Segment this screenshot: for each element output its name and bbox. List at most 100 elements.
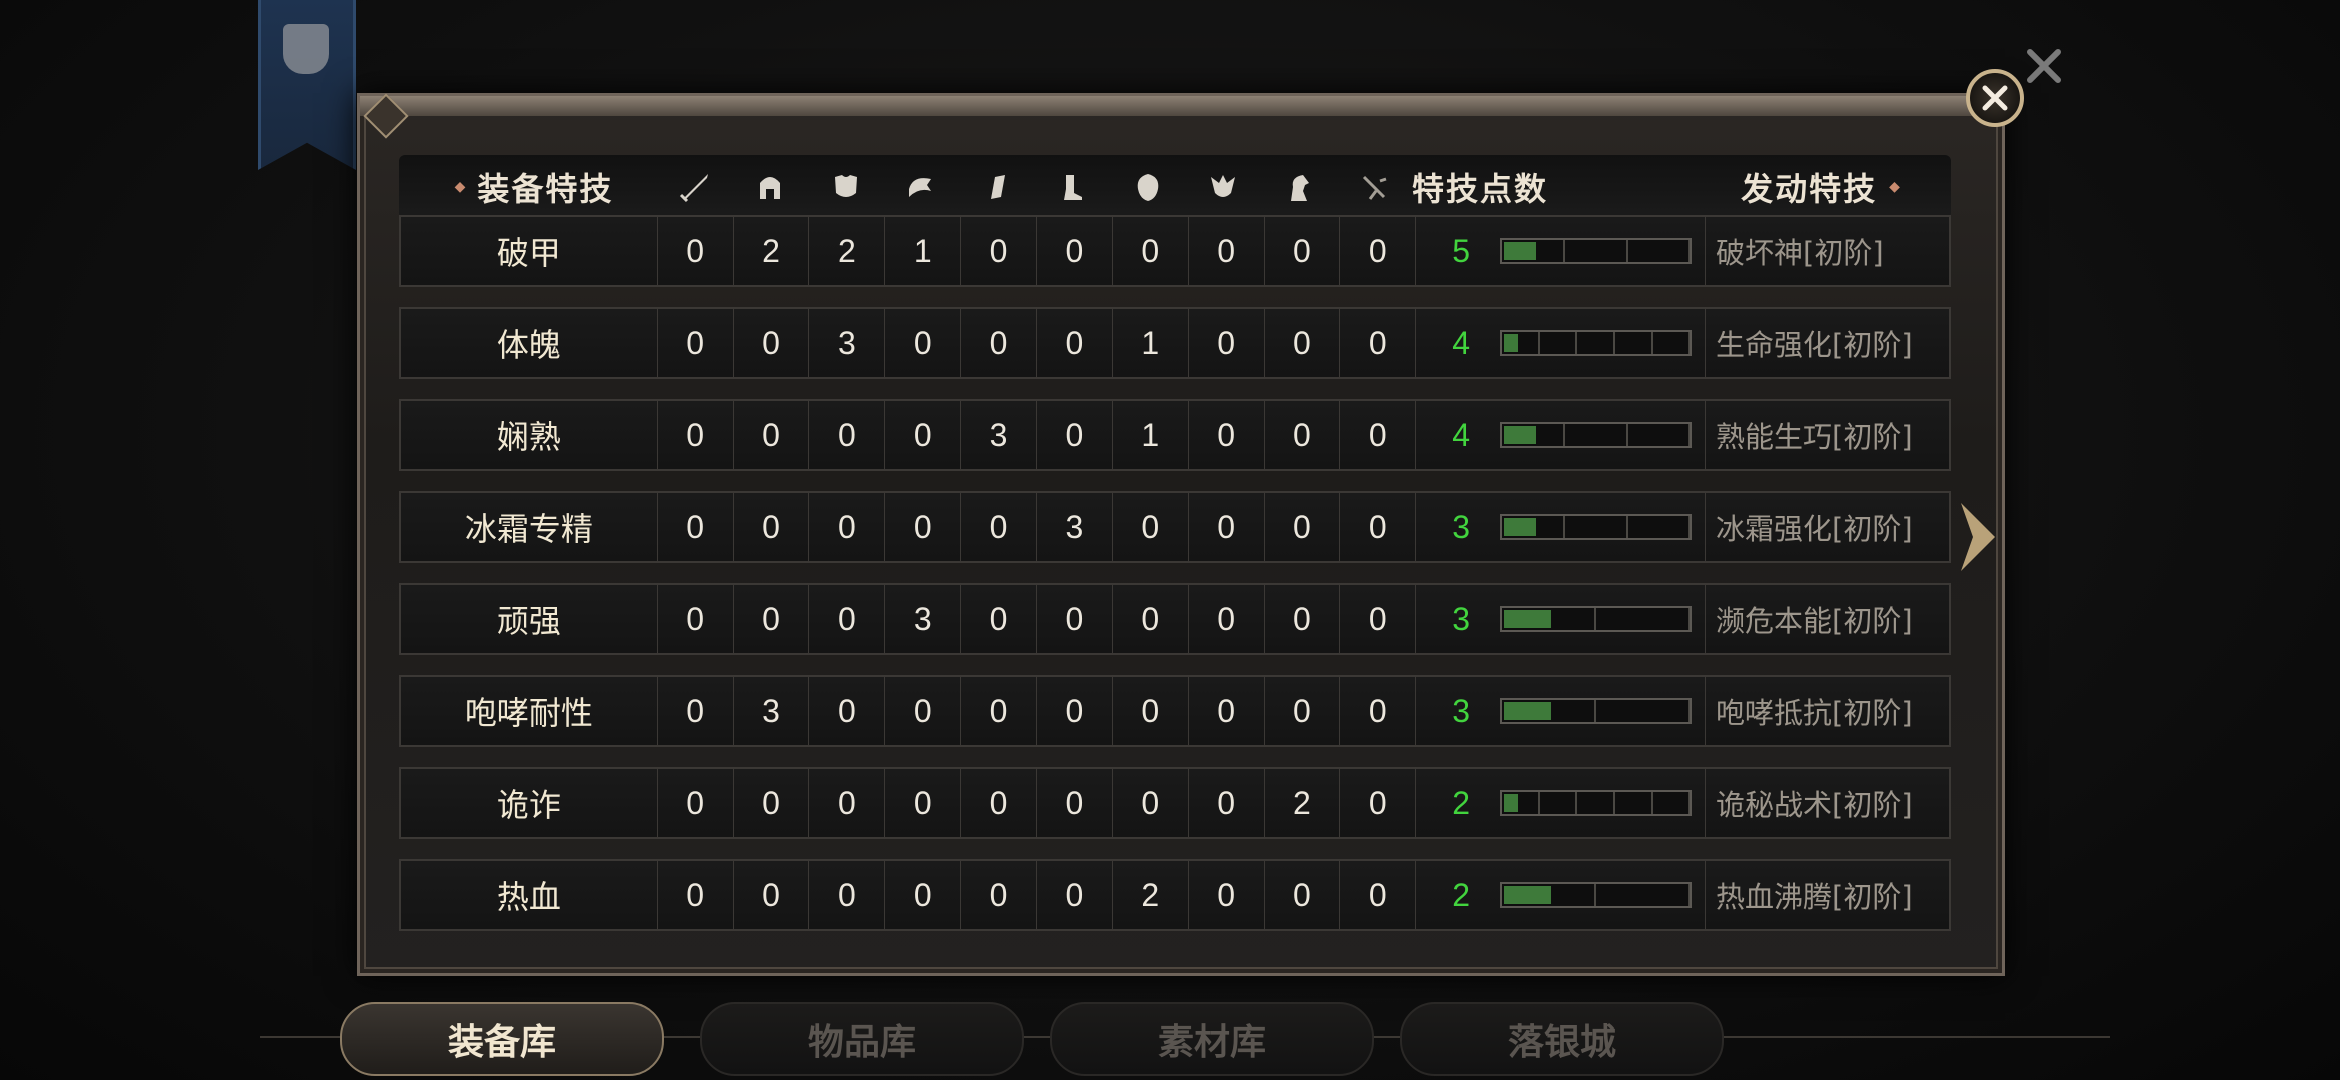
stat-value: 0 (1189, 401, 1265, 469)
close-button[interactable] (1966, 69, 2024, 127)
progress-segment (1596, 608, 1691, 630)
stat-value: 0 (658, 309, 734, 377)
next-page-button[interactable] (1955, 497, 2005, 577)
stat-value: 0 (1113, 493, 1189, 561)
stat-value: 0 (1189, 217, 1265, 285)
skill-name: 咆哮耐性 (401, 677, 658, 745)
activated-skill: 冰霜强化[初阶] (1716, 512, 1913, 546)
stat-value: 0 (658, 677, 734, 745)
progress-segment (1596, 884, 1691, 906)
skill-progress-bar (1500, 514, 1693, 540)
stat-value: 0 (1037, 309, 1113, 377)
table-row[interactable]: 热血 0 0 0 0 0 0 2 0 0 0 2 热血沸腾[初阶] (399, 859, 1951, 931)
progress-fill (1504, 334, 1519, 352)
progress-segment (1628, 424, 1691, 446)
stat-value: 0 (961, 309, 1037, 377)
guild-banner (258, 0, 356, 170)
progress-fill (1504, 702, 1552, 720)
stat-value: 0 (658, 769, 734, 837)
amulet-icon (1186, 155, 1262, 219)
stat-value: 0 (1265, 677, 1341, 745)
progress-fill (1504, 426, 1536, 444)
tab-equipment[interactable]: 装备库 (340, 1002, 664, 1076)
stat-value: 0 (961, 769, 1037, 837)
stat-value: 0 (885, 493, 962, 561)
stat-value: 0 (1265, 309, 1341, 377)
stat-value: 0 (1265, 217, 1341, 285)
skill-points-cell: 3 (1416, 493, 1706, 561)
stat-value: 0 (809, 769, 886, 837)
stat-value: 0 (1340, 677, 1417, 745)
stat-value: 0 (809, 493, 886, 561)
stat-value: 3 (1037, 493, 1113, 561)
stat-value: 0 (1189, 309, 1265, 377)
stat-value: 0 (1189, 861, 1265, 929)
stat-value: 1 (1113, 401, 1189, 469)
tab-materials[interactable]: 素材库 (1050, 1002, 1374, 1076)
progress-segment (1565, 424, 1628, 446)
stat-value: 0 (734, 585, 810, 653)
skill-name: 娴熟 (401, 401, 658, 469)
table-row[interactable]: 冰霜专精 0 0 0 0 0 3 0 0 0 0 3 冰霜强化[初阶] (399, 491, 1951, 563)
stat-value: 0 (961, 493, 1037, 561)
activated-skill: 破坏神[初阶] (1716, 236, 1884, 270)
tab-items[interactable]: 物品库 (700, 1002, 1024, 1076)
skill-name: 热血 (401, 861, 658, 929)
stat-value: 2 (1113, 861, 1189, 929)
bracer-icon (959, 155, 1035, 219)
stat-value: 0 (885, 309, 962, 377)
guild-emblem-icon (283, 24, 329, 74)
progress-segment (1540, 792, 1578, 814)
helmet-icon (733, 155, 809, 219)
stat-value: 2 (1265, 769, 1341, 837)
activated-skill: 生命强化[初阶] (1716, 328, 1913, 362)
table-row[interactable]: 顽强 0 0 0 3 0 0 0 0 0 0 3 濒危本能[初阶] (399, 583, 1951, 655)
stat-value: 0 (809, 585, 886, 653)
stat-value: 0 (1037, 585, 1113, 653)
skill-name: 冰霜专精 (401, 493, 658, 561)
stat-value: 0 (1189, 493, 1265, 561)
stat-value: 0 (1340, 493, 1417, 561)
progress-segment (1577, 332, 1615, 354)
stat-value: 0 (885, 861, 962, 929)
armor-icon (808, 155, 884, 219)
stat-value: 0 (1340, 769, 1417, 837)
header-skill: 发动特技 (1741, 170, 1878, 208)
skill-points-value: 4 (1452, 416, 1470, 453)
stat-value: 2 (809, 217, 886, 285)
sort-right-icon: ◆ (1889, 179, 1900, 195)
skill-progress-bar (1500, 238, 1693, 264)
stat-value: 0 (1189, 769, 1265, 837)
table-row[interactable]: 诡诈 0 0 0 0 0 0 0 0 2 0 2 诡秘战术[初阶] (399, 767, 1951, 839)
stat-value: 0 (1037, 401, 1113, 469)
skill-name: 诡诈 (401, 769, 658, 837)
progress-fill (1504, 242, 1536, 260)
table-row[interactable]: 咆哮耐性 0 3 0 0 0 0 0 0 0 0 3 咆哮抵抗[初阶] (399, 675, 1951, 747)
stat-value: 0 (1265, 585, 1341, 653)
activated-skill: 咆哮抵抗[初阶] (1716, 696, 1913, 730)
progress-fill (1504, 886, 1552, 904)
skill-progress-bar (1500, 698, 1693, 724)
skill-points-value: 3 (1452, 692, 1470, 729)
skill-points-cell: 4 (1416, 309, 1706, 377)
table-row[interactable]: 破甲 0 2 2 1 0 0 0 0 0 0 5 破坏神[初阶] (399, 215, 1951, 287)
table-row[interactable]: 娴熟 0 0 0 0 3 0 1 0 0 0 4 熟能生巧[初阶] (399, 399, 1951, 471)
panel-top-border (360, 96, 2002, 116)
pauldron-icon (884, 155, 960, 219)
skill-progress-bar (1500, 422, 1693, 448)
stat-value: 0 (1113, 769, 1189, 837)
activated-skill: 熟能生巧[初阶] (1716, 420, 1913, 454)
stat-value: 3 (809, 309, 886, 377)
stat-value: 0 (1037, 769, 1113, 837)
stat-value: 0 (734, 493, 810, 561)
sort-left-icon: ◆ (454, 179, 466, 195)
table-row[interactable]: 体魄 0 0 3 0 0 0 1 0 0 0 4 生命强化[初阶] (399, 307, 1951, 379)
header-name: 装备特技 (477, 170, 614, 208)
stat-value: 0 (1113, 677, 1189, 745)
tab-city[interactable]: 落银城 (1400, 1002, 1724, 1076)
progress-segment (1577, 792, 1615, 814)
stat-value: 0 (885, 769, 962, 837)
skill-points-cell: 4 (1416, 401, 1706, 469)
skill-progress-bar (1500, 882, 1693, 908)
stat-value: 3 (885, 585, 962, 653)
